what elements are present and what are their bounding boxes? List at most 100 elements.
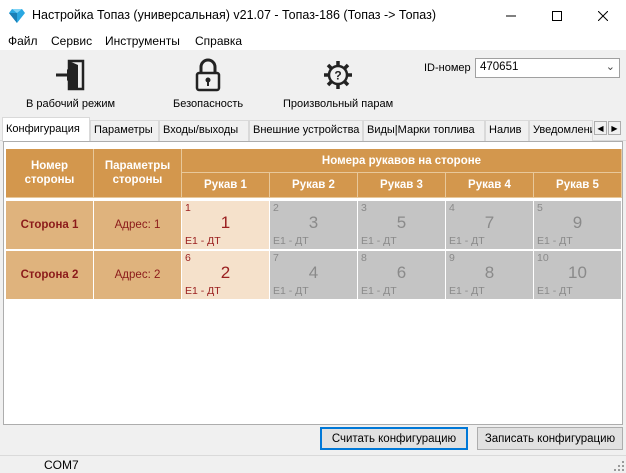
tab-label: Виды|Марки топлива [367,124,475,136]
id-number-label: ID-номер [424,62,471,74]
hose-fuel: E1 - ДТ [273,285,309,297]
configuration-panel: Номер стороны Параметры стороны Номера р… [3,141,623,425]
hose-fuel: E1 - ДТ [273,235,309,247]
hose-cell[interactable]: 1 1 E1 - ДТ [182,201,270,249]
hose-id: 4 [308,263,319,282]
hose-id: 10 [568,263,587,282]
header-hose-1: Рукав 1 [182,173,270,198]
maximize-icon [552,11,562,21]
status-bar: COM7 [0,455,626,473]
caret-right-icon: ▶ [611,123,618,133]
tab-label: Уведомлени [533,124,593,136]
read-config-button[interactable]: Считать конфигурацию [320,427,468,450]
tab-external-devices[interactable]: Внешние устройства [249,120,363,141]
hose-cell[interactable]: 7 4 E1 - ДТ [270,251,358,299]
header-hoses-group-text: Номера рукавов на стороне [321,154,482,167]
menu-help[interactable]: Справка [195,34,242,48]
close-icon [598,11,608,21]
hose-cell[interactable]: 2 3 E1 - ДТ [270,201,358,249]
header-side-number: Номер стороны [6,149,94,198]
hose-id: 2 [220,263,231,282]
hose-id: 9 [572,213,583,232]
menu-service[interactable]: Сервис [51,34,92,48]
exit-door-icon [53,58,89,92]
tab-strip: Конфигурация Параметры Входы/выходы Внеш… [0,117,626,142]
side-1-name[interactable]: Сторона 1 [6,201,94,249]
tab-label: Параметры [94,124,153,136]
hose-fuel: E1 - ДТ [537,235,573,247]
hose-id: 1 [220,213,231,232]
hose-fuel: E1 - ДТ [185,285,221,297]
header-hose-3: Рукав 3 [358,173,446,198]
tab-label: Налив [489,124,522,136]
hose-id: 6 [396,263,407,282]
tab-fuel-types[interactable]: Виды|Марки топлива [363,120,485,141]
toolbar: В рабочий режим Безопасность ? Произволь… [0,50,626,116]
svg-text:?: ? [334,69,341,83]
hose-fuel: E1 - ДТ [361,235,397,247]
custom-param-label: Произвольный парам [283,98,394,110]
security-button[interactable]: Безопасность [173,58,243,112]
maximize-button[interactable] [534,0,580,32]
header-side-params: Параметры стороны [94,149,182,198]
hose-cell[interactable]: 4 7 E1 - ДТ [446,201,534,249]
hose-fuel: E1 - ДТ [449,235,485,247]
side-1-address[interactable]: Адрес: 1 [94,201,182,249]
tab-inputs-outputs[interactable]: Входы/выходы [159,120,249,141]
work-mode-button[interactable]: В рабочий режим [26,58,115,112]
id-number-value: 470651 [480,61,519,73]
resize-grip-icon[interactable] [614,461,624,471]
close-button[interactable] [580,0,626,32]
hose-cell[interactable]: 6 2 E1 - ДТ [182,251,270,299]
menu-tools[interactable]: Инструменты [105,34,180,48]
hose-cell[interactable]: 5 9 E1 - ДТ [534,201,622,249]
app-diamond-icon [9,9,25,23]
menu-bar: Файл Сервис Инструменты Справка [0,32,626,50]
tab-label: Входы/выходы [163,124,239,136]
gear-question-icon: ? [320,58,356,92]
tab-label: Конфигурация [6,123,80,135]
side-2-name[interactable]: Сторона 2 [6,251,94,299]
hose-id: 5 [396,213,407,232]
minimize-icon [506,15,516,17]
header-side-number-text: Номер стороны [24,160,75,186]
hose-cell[interactable]: 8 6 E1 - ДТ [358,251,446,299]
header-side-params-text: Параметры стороны [104,160,171,186]
tab-notifications[interactable]: Уведомлени [529,120,593,141]
hose-cell[interactable]: 9 8 E1 - ДТ [446,251,534,299]
header-hose-4: Рукав 4 [446,173,534,198]
minimize-button[interactable] [488,0,534,32]
hose-id: 8 [484,263,495,282]
hose-id: 3 [308,213,319,232]
caret-left-icon: ◀ [597,123,604,133]
write-config-button[interactable]: Записать конфигурацию [477,427,623,450]
tab-scroll-right-button[interactable]: ▶ [608,121,621,135]
work-mode-label: В рабочий режим [26,98,116,110]
tab-parameters[interactable]: Параметры [90,120,159,141]
hose-fuel: E1 - ДТ [361,285,397,297]
padlock-icon [190,58,226,92]
tab-filling[interactable]: Налив [485,120,529,141]
tab-configuration[interactable]: Конфигурация [2,117,90,142]
header-hose-5: Рукав 5 [534,173,622,198]
header-hoses-group: Номера рукавов на стороне [182,149,622,173]
id-number-select[interactable]: 470651 ⌄ [475,58,620,78]
side-2-address[interactable]: Адрес: 2 [94,251,182,299]
custom-param-button[interactable]: ? Произвольный парам [283,58,393,112]
chevron-down-icon: ⌄ [605,61,615,73]
menu-file[interactable]: Файл [8,34,38,48]
tab-label: Внешние устройства [253,124,360,136]
hose-id: 7 [484,213,495,232]
hose-fuel: E1 - ДТ [449,285,485,297]
title-bar: Настройка Топаз (универсальная) v21.07 -… [0,0,626,32]
configuration-grid: Номер стороны Параметры стороны Номера р… [6,149,622,422]
hose-fuel: E1 - ДТ [185,235,221,247]
hose-fuel: E1 - ДТ [537,285,573,297]
com-port-status: COM7 [44,458,79,472]
hose-cell[interactable]: 3 5 E1 - ДТ [358,201,446,249]
hose-cell[interactable]: 10 10 E1 - ДТ [534,251,622,299]
security-label: Безопасность [173,98,244,110]
header-hose-2: Рукав 2 [270,173,358,198]
tab-scroll-left-button[interactable]: ◀ [594,121,607,135]
window-title: Настройка Топаз (универсальная) v21.07 -… [32,8,437,22]
